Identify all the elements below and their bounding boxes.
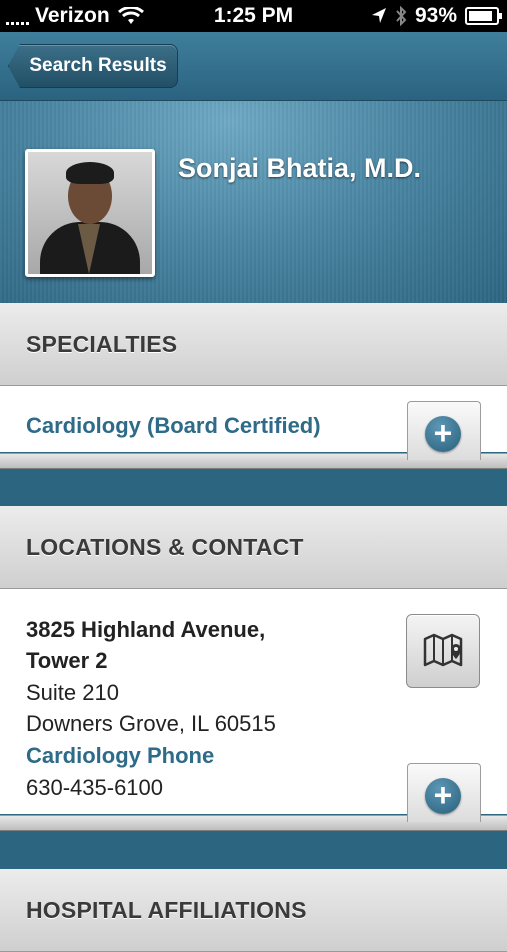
map-icon (423, 633, 463, 667)
address-line-1: 3825 Highland Avenue, (26, 617, 266, 642)
status-bar: Verizon 1:25 PM 93% (0, 0, 507, 32)
hospital-affiliations-heading: HOSPITAL AFFILIATIONS (26, 897, 307, 923)
section-divider (0, 831, 507, 869)
battery-percent: 93% (414, 4, 457, 27)
location-arrow-icon (371, 8, 386, 23)
specialty-item[interactable]: Cardiology (Board Certified) (26, 413, 321, 439)
doctor-photo (25, 149, 155, 277)
section-divider (0, 469, 507, 506)
phone-number[interactable]: 630-435-6100 (26, 775, 163, 801)
bluetooth-icon (396, 6, 407, 26)
navigation-bar: Search Results (0, 32, 507, 101)
map-button[interactable] (406, 614, 480, 688)
back-button-label: Search Results (29, 55, 167, 76)
profile-header: Sonjai Bhatia, M.D. (0, 101, 507, 303)
specialties-heading: SPECIALTIES (26, 331, 178, 357)
locations-add-tab[interactable]: + (407, 763, 481, 822)
add-icon[interactable]: + (425, 778, 461, 814)
hospital-affiliations-section-header: HOSPITAL AFFILIATIONS (0, 869, 507, 952)
doctor-name: Sonjai Bhatia, M.D. (178, 153, 422, 183)
suite: Suite 210 (26, 680, 119, 705)
city-state-zip: Downers Grove, IL 60515 (26, 711, 276, 736)
battery-icon (465, 7, 502, 25)
back-button[interactable]: Search Results (8, 44, 178, 88)
locations-section-header: LOCATIONS & CONTACT (0, 506, 507, 589)
phone-label: Cardiology Phone (26, 743, 215, 768)
specialties-section-header: SPECIALTIES (0, 303, 507, 386)
locations-heading: LOCATIONS & CONTACT (26, 534, 304, 560)
specialties-add-tab[interactable]: + (407, 401, 481, 460)
add-icon[interactable]: + (425, 416, 461, 452)
address-line-2: Tower 2 (26, 648, 108, 673)
